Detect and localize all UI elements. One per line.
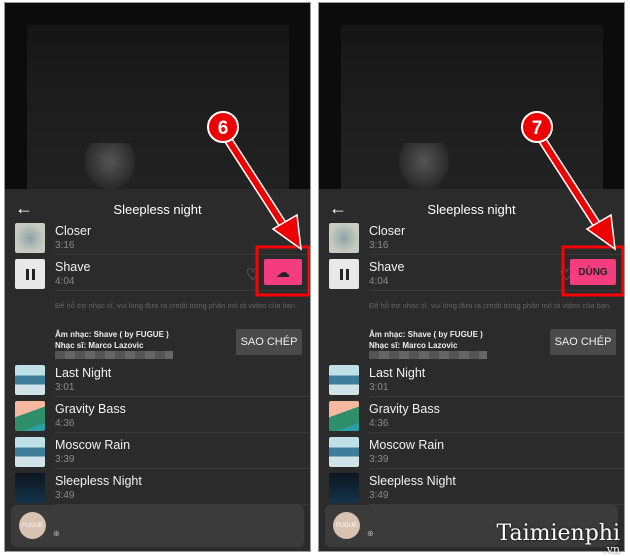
globe-icon: ⊕ xyxy=(53,529,60,538)
track-name: Last Night xyxy=(55,366,112,380)
music-credit: Âm nhạc: Shave ( by FUGUE ) xyxy=(369,330,483,339)
track-duration: 3:49 xyxy=(55,490,75,501)
track-thumbnail xyxy=(15,437,45,467)
artist-credit: Nhạc sĩ: Marco Lazovic xyxy=(369,341,458,350)
track-duration: 3:01 xyxy=(369,382,389,393)
pause-button[interactable] xyxy=(15,259,45,289)
bottom-bar: FUGUE ⊕ xyxy=(11,505,304,547)
track-duration: 3:16 xyxy=(55,240,75,251)
list-item[interactable]: Moscow Rain 3:39 xyxy=(15,435,310,469)
track-duration: 3:49 xyxy=(369,490,389,501)
list-item[interactable]: Last Night 3:01 xyxy=(15,363,310,397)
track-thumbnail xyxy=(329,223,359,253)
pause-button[interactable] xyxy=(329,259,359,289)
page-title: Sleepless night xyxy=(113,202,202,217)
copy-button[interactable]: SAO CHÉP xyxy=(550,329,616,355)
track-duration: 3:39 xyxy=(369,454,389,465)
avatar: FUGUE xyxy=(333,512,360,539)
music-sheet: ← Sleepless night Closer 3:16 Shave 4:04… xyxy=(319,189,624,551)
track-thumbnail xyxy=(15,223,45,253)
cloud-download-icon: ☁ xyxy=(276,263,290,280)
track-thumbnail xyxy=(329,473,359,503)
track-thumbnail xyxy=(329,365,359,395)
track-thumbnail xyxy=(329,437,359,467)
list-item[interactable]: Shave 4:04 ♡ DÙNG xyxy=(329,257,624,291)
track-duration: 3:16 xyxy=(369,240,389,251)
track-duration: 4:36 xyxy=(369,418,389,429)
globe-icon: ⊕ xyxy=(367,529,374,538)
track-name: Closer xyxy=(369,224,406,238)
track-thumbnail xyxy=(329,401,359,431)
avatar: FUGUE xyxy=(19,512,46,539)
list-item[interactable]: Gravity Bass 4:36 xyxy=(15,399,310,433)
list-item[interactable]: Sleepless Night 3:49 xyxy=(15,471,310,505)
list-item[interactable]: Shave 4:04 ♡ ☁ xyxy=(15,257,310,291)
video-preview xyxy=(5,3,310,189)
track-name: Gravity Bass xyxy=(369,402,440,416)
use-button[interactable]: DÙNG xyxy=(570,259,616,285)
list-item[interactable]: Sleepless Night 3:49 xyxy=(329,471,624,505)
list-item[interactable]: Last Night 3:01 xyxy=(329,363,624,397)
artist-credit: Nhạc sĩ: Marco Lazovic xyxy=(55,341,144,350)
download-button[interactable]: ☁ xyxy=(264,259,302,285)
blurred-text xyxy=(369,351,487,359)
track-name: Moscow Rain xyxy=(369,438,445,452)
copy-button[interactable]: SAO CHÉP xyxy=(236,329,302,355)
track-duration: 4:04 xyxy=(55,276,75,287)
list-item[interactable]: Closer 3:16 xyxy=(15,221,310,255)
track-thumbnail xyxy=(15,365,45,395)
track-thumbnail xyxy=(15,473,45,503)
list-item[interactable]: Closer 3:16 xyxy=(329,221,624,255)
credit-note: Để hỗ trợ nhạc sĩ, vui lòng đưa ra credi… xyxy=(55,301,298,310)
phone-screen: ← Sleepless night Closer 3:16 Shave 4:04… xyxy=(318,2,625,552)
list-item[interactable]: Gravity Bass 4:36 xyxy=(329,399,624,433)
list-item[interactable]: Moscow Rain 3:39 xyxy=(329,435,624,469)
credit-note: Để hỗ trợ nhạc sĩ, vui lòng đưa ra credi… xyxy=(369,301,612,310)
video-preview xyxy=(319,3,624,189)
track-name: Sleepless Night xyxy=(369,474,456,488)
track-thumbnail xyxy=(15,401,45,431)
music-credit: Âm nhạc: Shave ( by FUGUE ) xyxy=(55,330,169,339)
track-name: Sleepless Night xyxy=(55,474,142,488)
track-name: Moscow Rain xyxy=(55,438,131,452)
track-name: Shave xyxy=(55,260,91,274)
watermark-logo: Taimienphi .vn xyxy=(496,521,621,556)
heart-icon[interactable]: ♡ xyxy=(246,265,260,285)
track-duration: 3:01 xyxy=(55,382,75,393)
track-name: Shave xyxy=(369,260,405,274)
track-name: Last Night xyxy=(369,366,426,380)
track-name: Closer xyxy=(55,224,92,238)
page-title: Sleepless night xyxy=(427,202,516,217)
music-sheet: ← Sleepless night Closer 3:16 Shave 4:04… xyxy=(5,189,310,551)
track-duration: 4:36 xyxy=(55,418,75,429)
blurred-text xyxy=(55,351,173,359)
phone-screen: ← Sleepless night Closer 3:16 Shave 4:04… xyxy=(4,2,311,552)
track-name: Gravity Bass xyxy=(55,402,126,416)
track-duration: 3:39 xyxy=(55,454,75,465)
track-duration: 4:04 xyxy=(369,276,389,287)
